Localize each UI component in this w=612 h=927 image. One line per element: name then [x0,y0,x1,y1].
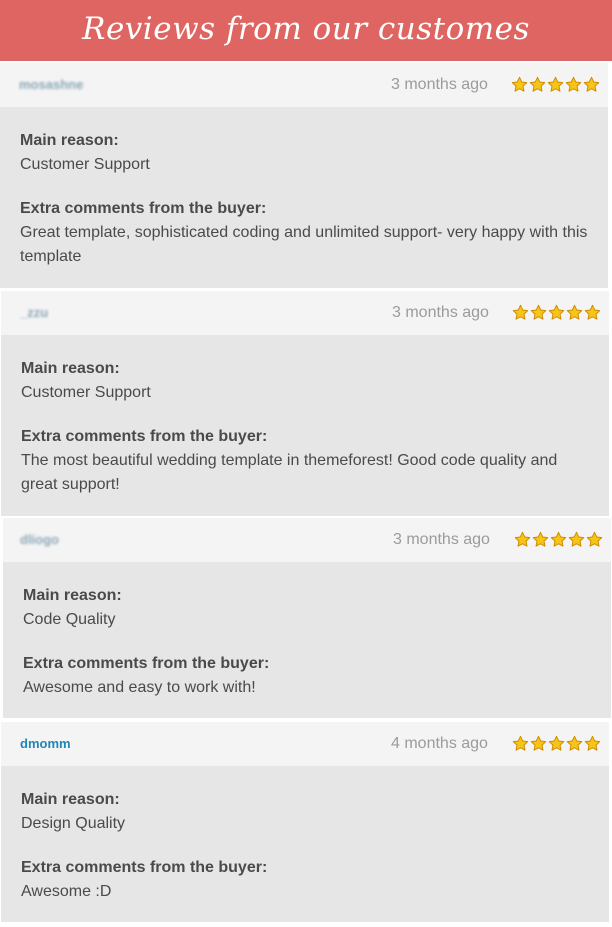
star-icon [529,76,546,92]
reviewer-name[interactable]: mosashne [19,77,83,92]
star-icon [583,76,600,92]
main-reason-label: Main reason: [20,132,119,149]
rating-stars [512,304,601,321]
main-reason-value: Design Quality [21,815,126,832]
star-icon [548,304,565,320]
review-card: _zzu 3 months ago Main reason: Customer … [1,291,609,516]
extra-comments-label: Extra comments from the buyer: [21,859,268,876]
main-reason-value: Customer Support [21,384,151,401]
star-icon [512,735,529,751]
banner-title: Reviews from our customes [82,10,530,47]
reviewer-name[interactable]: dliogo [20,532,59,547]
star-icon [566,304,583,320]
star-icon [584,735,601,751]
review-comment: The most beautiful wedding template in t… [21,452,558,493]
rating-stars [514,531,603,548]
star-icon [512,304,529,320]
review-header: dliogo 3 months ago [3,518,611,562]
star-icon [530,735,547,751]
review-comment: Great template, sophisticated coding and… [20,224,588,265]
review-time: 3 months ago [391,76,488,93]
review-header: _zzu 3 months ago [1,291,609,335]
main-reason-label: Main reason: [23,587,122,604]
extra-comments-label: Extra comments from the buyer: [21,428,268,445]
review-comment: Awesome :D [21,883,112,900]
reviewer-name[interactable]: _zzu [20,305,48,320]
review-card: dmomm 4 months ago Main reason: Design Q… [1,722,609,922]
star-icon [584,304,601,320]
review-time: 3 months ago [393,531,490,548]
extra-comments-label: Extra comments from the buyer: [20,200,267,217]
main-reason-value: Code Quality [23,611,116,628]
reviewer-name[interactable]: dmomm [20,736,71,751]
review-body: Main reason: Code Quality Extra comments… [3,562,611,700]
review-body: Main reason: Design Quality Extra commen… [1,766,609,904]
star-icon [565,76,582,92]
rating-stars [511,76,600,93]
star-icon [548,735,565,751]
main-reason-label: Main reason: [21,360,120,377]
review-body: Main reason: Customer Support Extra comm… [0,107,608,269]
main-reason-value: Customer Support [20,156,150,173]
star-icon [514,531,531,547]
star-icon [568,531,585,547]
review-card: dliogo 3 months ago Main reason: Code Qu… [3,518,611,718]
review-card: mosashne 3 months ago Main reason: Custo… [0,63,608,288]
star-icon [530,304,547,320]
star-icon [532,531,549,547]
review-header: dmomm 4 months ago [1,722,609,766]
star-icon [547,76,564,92]
main-reason-label: Main reason: [21,791,120,808]
review-comment: Awesome and easy to work with! [23,679,256,696]
rating-stars [512,735,601,752]
review-header: mosashne 3 months ago [0,63,608,107]
reviews-banner: Reviews from our customes [0,0,612,61]
extra-comments-label: Extra comments from the buyer: [23,655,270,672]
review-body: Main reason: Customer Support Extra comm… [1,335,609,497]
review-time: 4 months ago [391,735,488,752]
review-time: 3 months ago [392,304,489,321]
star-icon [566,735,583,751]
star-icon [550,531,567,547]
star-icon [586,531,603,547]
star-icon [511,76,528,92]
